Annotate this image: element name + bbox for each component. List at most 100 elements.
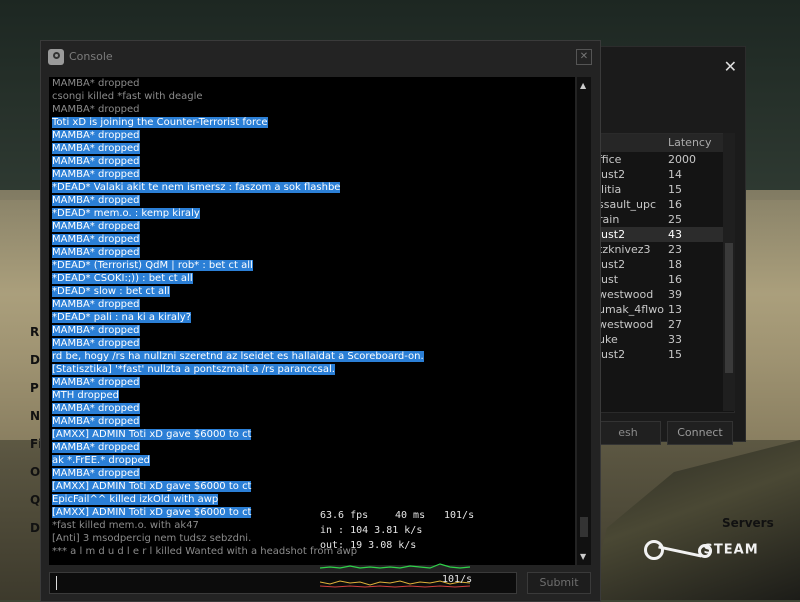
console-log-line: [Anti] 3 msodpercig nem tudsz sebzdni. xyxy=(52,533,252,544)
console-log-line: *DEAD* pali : na ki a kiraly? xyxy=(52,312,192,323)
steam-logo-icon xyxy=(644,540,664,560)
console-log-line: rd be, hogy /rs ha nullzni szeretnd az l… xyxy=(52,351,424,362)
console-titlebar[interactable]: Console ✕ xyxy=(41,41,600,73)
server-row[interactable]: rain 25 xyxy=(596,212,734,227)
console-log-line: Toti xD is joining the Counter-Terrorist… xyxy=(52,117,268,128)
server-row[interactable]: ilitia 15 xyxy=(596,182,734,197)
server-map-name: lust2 xyxy=(598,348,626,361)
console-log-line: *DEAD* slow : bet ct all xyxy=(52,286,170,297)
column-latency[interactable]: Latency xyxy=(668,134,711,152)
server-row[interactable]: ffice 2000 xyxy=(596,152,734,167)
console-log-line: [AMXX] ADMIN Toti xD gave $6000 to ct xyxy=(52,481,252,492)
console-log-line: MAMBA* dropped xyxy=(52,403,140,414)
console-log-line: MAMBA* dropped xyxy=(52,468,140,479)
server-map-name: tzknivez3 xyxy=(598,243,651,256)
console-log-line: MAMBA* dropped xyxy=(52,78,140,89)
console-log-line: MAMBA* dropped xyxy=(52,377,140,388)
console-log-line: MAMBA* dropped xyxy=(52,143,140,154)
console-log-line: [Statisztika] '*fast' nullzta a pontszma… xyxy=(52,364,335,375)
console-log-line: MAMBA* dropped xyxy=(52,169,140,180)
server-map-name: ffice xyxy=(598,153,622,166)
server-list-header[interactable]: Latency ▲ xyxy=(596,134,734,152)
net-graph: 63.6 fps 40 ms 101/s in : 104 3.81 k/s o… xyxy=(320,508,480,553)
console-log-line: MAMBA* dropped xyxy=(52,104,140,115)
server-latency: 15 xyxy=(668,348,682,361)
server-row[interactable]: ssault_upc 16 xyxy=(596,197,734,212)
console-log-line: MAMBA* dropped xyxy=(52,156,140,167)
console-log-line: ak *.FrEE.* dropped xyxy=(52,455,150,466)
server-row[interactable]: westwood 39 xyxy=(596,287,734,302)
console-log-line: EpicFail^^ killed izkOld with awp xyxy=(52,494,219,505)
scroll-thumb[interactable] xyxy=(725,243,733,373)
server-row[interactable]: westwood 27 xyxy=(596,317,734,332)
net-graph-ping: 40 ms xyxy=(395,510,426,521)
server-latency: 13 xyxy=(668,303,682,316)
connect-button[interactable]: Connect xyxy=(667,421,733,445)
steam-branding: STEAM xyxy=(644,540,759,560)
console-close-button[interactable]: ✕ xyxy=(576,49,592,65)
steam-icon xyxy=(48,49,64,65)
server-latency: 33 xyxy=(668,333,682,346)
console-log-line: *fast killed mem.o. with ak47 xyxy=(52,520,199,531)
server-list: Latency ▲ ffice2000lust214ilitia15ssault… xyxy=(595,133,735,413)
server-row[interactable]: lust2 15 xyxy=(596,347,734,362)
net-graph-fps: 63.6 fps xyxy=(320,510,369,521)
server-map-name: lust2 xyxy=(598,228,626,241)
console-log-line: MAMBA* dropped xyxy=(52,299,140,310)
scroll-thumb[interactable] xyxy=(580,517,588,537)
server-row[interactable]: lust2 14 xyxy=(596,167,734,182)
console-log-line: MAMBA* dropped xyxy=(52,221,140,232)
console-log-line: MAMBA* dropped xyxy=(52,416,140,427)
net-graph-out: out: 19 3.08 k/s xyxy=(320,540,417,551)
server-map-name: rain xyxy=(598,213,620,226)
server-row[interactable]: uke 33 xyxy=(596,332,734,347)
net-graph-line-green xyxy=(320,563,470,569)
console-log-line: *DEAD* mem.o. : kemp kiraly xyxy=(52,208,200,219)
console-log-line: *DEAD* (Terrorist) QdM | rob* : bet ct a… xyxy=(52,260,253,271)
console-log-line: *DEAD* CSOKI:;)) : bet ct all xyxy=(52,273,193,284)
scroll-down-icon[interactable]: ▼ xyxy=(580,552,586,561)
server-latency: 18 xyxy=(668,258,682,271)
net-graph-in: in : 104 3.81 k/s xyxy=(320,525,423,536)
server-row[interactable]: lust2 18 xyxy=(596,257,734,272)
text-caret xyxy=(56,576,57,590)
server-latency: 15 xyxy=(668,183,682,196)
console-log-line: MAMBA* dropped xyxy=(52,442,140,453)
server-map-name: westwood xyxy=(598,288,654,301)
scroll-up-icon[interactable]: ▲ xyxy=(580,81,586,90)
server-row[interactable]: umak_4flwo 13 xyxy=(596,302,734,317)
submit-button[interactable]: Submit xyxy=(527,572,591,594)
server-map-name: ssault_upc xyxy=(598,198,657,211)
console-log-line: MTH dropped xyxy=(52,390,119,401)
server-browser-close-button[interactable]: ✕ xyxy=(724,57,737,76)
server-latency: 27 xyxy=(668,318,682,331)
server-latency: 25 xyxy=(668,213,682,226)
refresh-button[interactable]: esh xyxy=(595,421,661,445)
net-graph-line-red xyxy=(320,585,470,588)
console-log[interactable]: MAMBA* dropped csongi killed *fast with d… xyxy=(49,77,575,565)
server-row[interactable]: lust2 43 xyxy=(596,227,734,242)
server-map-name: westwood xyxy=(598,318,654,331)
net-graph-rate: 101/s xyxy=(444,510,475,521)
server-row[interactable]: tzknivez3 23 xyxy=(596,242,734,257)
console-log-line: MAMBA* dropped xyxy=(52,338,140,349)
server-row[interactable]: lust 16 xyxy=(596,272,734,287)
server-latency: 14 xyxy=(668,168,682,181)
net-graph-rate-secondary: 101/s xyxy=(442,574,473,585)
console-scrollbar[interactable]: ▲ ▼ xyxy=(577,77,591,565)
server-latency: 16 xyxy=(668,198,682,211)
server-map-name: lust xyxy=(598,273,619,286)
server-map-name: ilitia xyxy=(598,183,622,196)
console-log-line: *** a l m d u d l e r l killed Wanted wi… xyxy=(52,546,358,557)
console-title: Console xyxy=(69,50,113,63)
console-log-line: MAMBA* dropped xyxy=(52,234,140,245)
server-latency: 16 xyxy=(668,273,682,286)
server-map-name: umak_4flwo xyxy=(598,303,664,316)
server-latency: 23 xyxy=(668,243,682,256)
servers-menu-label[interactable]: Servers xyxy=(722,516,774,530)
server-latency: 39 xyxy=(668,288,682,301)
console-log-line: MAMBA* dropped xyxy=(52,325,140,336)
console-log-line: csongi killed *fast with deagle xyxy=(52,91,203,102)
server-latency: 2000 xyxy=(668,153,696,166)
server-list-scrollbar[interactable] xyxy=(723,133,735,411)
